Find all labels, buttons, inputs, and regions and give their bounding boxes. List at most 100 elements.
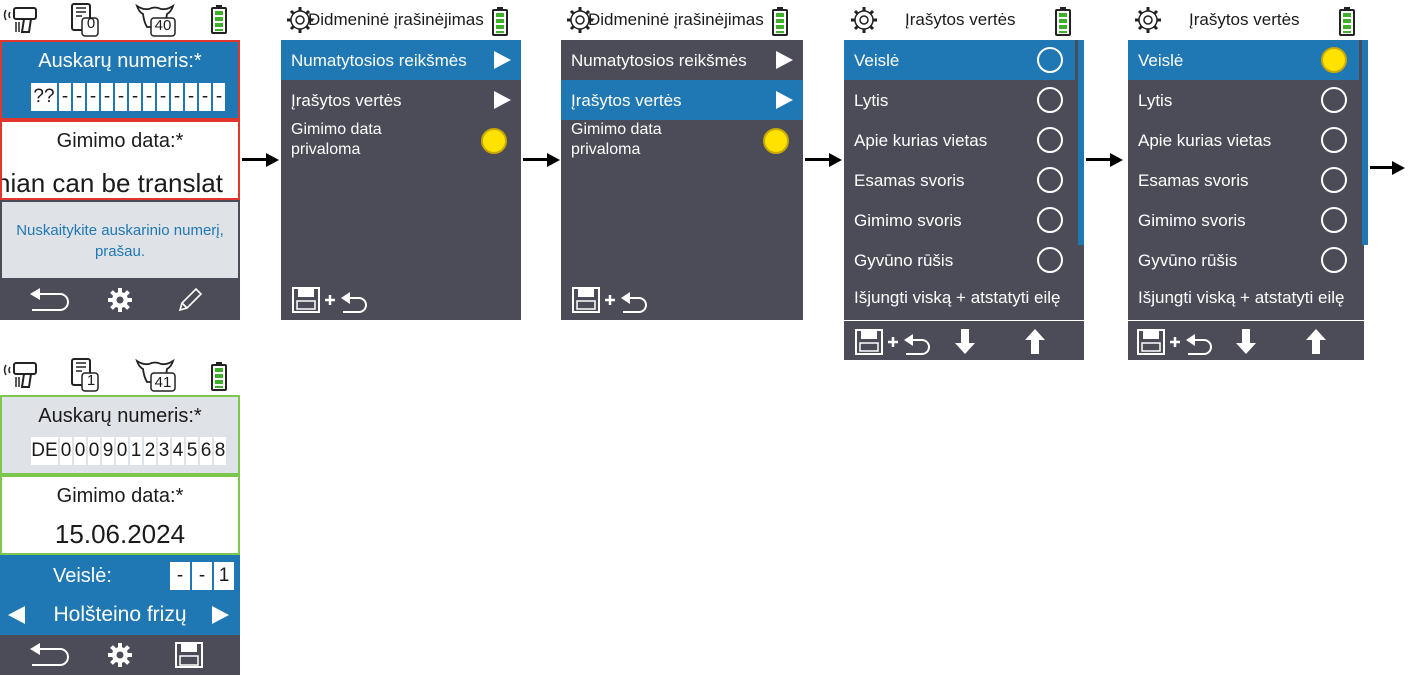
ear-number-field[interactable]: Auskarų numeris:* ?? - - - - - - - - - - - - — [0, 40, 240, 120]
scanner-icon[interactable] — [2, 357, 38, 391]
arrow-down-icon[interactable] — [1235, 327, 1257, 355]
birth-date-value: 15.06.2024 — [54, 519, 186, 549]
scan-message-box: Nuskaitykite auskarinio numerį, prašau. — [0, 200, 240, 280]
save-back-icon[interactable] — [1136, 326, 1220, 356]
breed-next-icon[interactable] — [212, 606, 229, 624]
list-item-birth-weight[interactable]: Gimimo svoris — [1128, 200, 1359, 240]
ear-number-cell: - — [157, 83, 169, 111]
scanner-icon[interactable] — [2, 2, 38, 36]
save-back-icon[interactable] — [571, 284, 655, 314]
menu-item-birth-required[interactable]: Gimimo data privaloma — [561, 120, 803, 164]
radio-off-icon[interactable] — [1321, 207, 1347, 233]
back-icon[interactable] — [28, 641, 74, 669]
birth-date-field[interactable]: Gimimo data:* 15.06.2024 — [0, 475, 240, 555]
battery-icon — [1339, 7, 1355, 36]
bottom-bar — [0, 635, 240, 675]
ear-number-cell: - — [101, 83, 113, 111]
breed-code-cell: - — [192, 562, 212, 590]
list-item-label: Veislė — [1138, 51, 1184, 70]
save-icon[interactable] — [174, 640, 204, 670]
list-item-reset-all[interactable]: Išjungti viską + atstatyti eilę — [1128, 280, 1359, 320]
flow-arrow — [523, 158, 549, 161]
list-item-species[interactable]: Gyvūno rūšis — [844, 240, 1075, 280]
ear-number-cells: DE 0 0 0 9 0 1 2 3 4 5 6 8 — [31, 437, 226, 465]
radio-off-icon[interactable] — [1037, 87, 1063, 113]
arrow-right-icon — [776, 91, 793, 109]
ear-number-cell: - — [59, 83, 71, 111]
bottom-bar — [0, 280, 240, 320]
list-item-label: Lytis — [854, 91, 889, 110]
radio-off-icon[interactable] — [1037, 247, 1063, 273]
arrow-right-icon — [494, 91, 511, 109]
list-item-label: Esamas svoris — [1138, 171, 1249, 190]
radio-off-icon[interactable] — [1321, 247, 1347, 273]
list-item-species[interactable]: Gyvūno rūšis — [1128, 240, 1359, 280]
list-item-location[interactable]: Apie kurias vietas — [1128, 120, 1359, 160]
screen-6: 1 41 Auskarų numeris:* DE 0 0 0 9 0 1 2 3 4 5 6 8 Gi… — [0, 355, 240, 675]
flow-arrow — [1370, 166, 1394, 169]
radio-on-icon[interactable] — [763, 128, 789, 154]
flow-arrow-head — [1110, 153, 1123, 167]
save-back-icon[interactable] — [291, 284, 375, 314]
animal-count: 41 — [154, 374, 172, 391]
list-item-current-weight[interactable]: Esamas svoris — [844, 160, 1075, 200]
radio-off-icon[interactable] — [1321, 167, 1347, 193]
arrow-up-icon[interactable] — [1024, 327, 1046, 355]
ear-number-field[interactable]: Auskarų numeris:* DE 0 0 0 9 0 1 2 3 4 5 6 8 — [0, 395, 240, 475]
radio-on-icon[interactable] — [1321, 47, 1347, 73]
radio-on-icon[interactable] — [481, 128, 507, 154]
list-item-label: Išjungti viską + atstatyti eilę — [1138, 288, 1345, 307]
battery-icon — [772, 7, 788, 36]
ear-number-cell: 3 — [158, 437, 170, 465]
list-item-label: Gyvūno rūšis — [1138, 251, 1238, 270]
breed-code-cells: --1 — [170, 562, 234, 590]
birth-date-field[interactable]: Gimimo data:* nian can be translat — [0, 120, 240, 200]
radio-off-icon[interactable] — [1037, 167, 1063, 193]
scrollbar[interactable] — [1078, 40, 1084, 245]
list-item-label: Gimimo svoris — [1138, 211, 1246, 230]
menu-panel: Numatytosios reikšmės Įrašytos vertės Gi… — [281, 40, 521, 320]
toggle-label-line2: privaloma — [291, 141, 361, 158]
list-item-breed[interactable]: Veislė — [1128, 40, 1359, 80]
birth-date-label: Gimimo data:* — [56, 130, 184, 152]
back-icon[interactable] — [28, 286, 74, 314]
edit-icon[interactable] — [176, 286, 204, 314]
settings-icon[interactable] — [106, 286, 134, 314]
arrow-right-icon — [494, 51, 511, 69]
toggle-label-line1: Gimimo data — [291, 121, 382, 138]
radio-off-icon[interactable] — [1037, 47, 1063, 73]
ear-number-cell: - — [87, 83, 99, 111]
menu-item-recorded-values[interactable]: Įrašytos vertės — [281, 80, 521, 120]
list-item-label: Gyvūno rūšis — [854, 251, 954, 270]
menu-item-recorded-values[interactable]: Įrašytos vertės — [561, 80, 803, 120]
breed-label: Veislė: — [53, 565, 112, 587]
menu-item-birth-required[interactable]: Gimimo data privaloma — [281, 120, 521, 164]
menu-item-label: Numatytosios reikšmės — [571, 51, 747, 70]
settings-icon[interactable] — [106, 641, 134, 669]
list-item-sex[interactable]: Lytis — [1128, 80, 1359, 120]
screen-5: Įrašytos vertės Veislė Lytis Apie kurias… — [1128, 0, 1368, 360]
save-back-icon[interactable] — [854, 326, 938, 356]
arrow-down-icon[interactable] — [954, 327, 976, 355]
list-item-sex[interactable]: Lytis — [844, 80, 1075, 120]
ear-number-cell: ?? — [31, 83, 57, 111]
list-item-label: Apie kurias vietas — [854, 131, 988, 150]
screen-1: 0 40 Auskarų numeris:* ?? - - - - - - - - - - - - Gi… — [0, 0, 240, 320]
list-item-birth-weight[interactable]: Gimimo svoris — [844, 200, 1075, 240]
list-item-breed[interactable]: Veislė — [844, 40, 1075, 80]
values-list: Veislė Lytis Apie kurias vietas Esamas s… — [1128, 40, 1364, 360]
list-item-location[interactable]: Apie kurias vietas — [844, 120, 1075, 160]
menu-item-default-values[interactable]: Numatytosios reikšmės — [281, 40, 521, 80]
breed-field[interactable]: Veislė: --1 Holšteino frizų — [0, 555, 240, 635]
radio-off-icon[interactable] — [1321, 127, 1347, 153]
list-item-reset-all[interactable]: Išjungti viską + atstatyti eilę — [844, 280, 1075, 320]
radio-off-icon[interactable] — [1037, 127, 1063, 153]
menu-item-default-values[interactable]: Numatytosios reikšmės — [561, 40, 803, 80]
list-item-label: Išjungti viską + atstatyti eilę — [854, 288, 1061, 307]
list-item-current-weight[interactable]: Esamas svoris — [1128, 160, 1359, 200]
battery-icon — [1055, 7, 1071, 36]
radio-off-icon[interactable] — [1321, 87, 1347, 113]
scrollbar[interactable] — [1362, 40, 1368, 245]
radio-off-icon[interactable] — [1037, 207, 1063, 233]
arrow-up-icon[interactable] — [1305, 327, 1327, 355]
